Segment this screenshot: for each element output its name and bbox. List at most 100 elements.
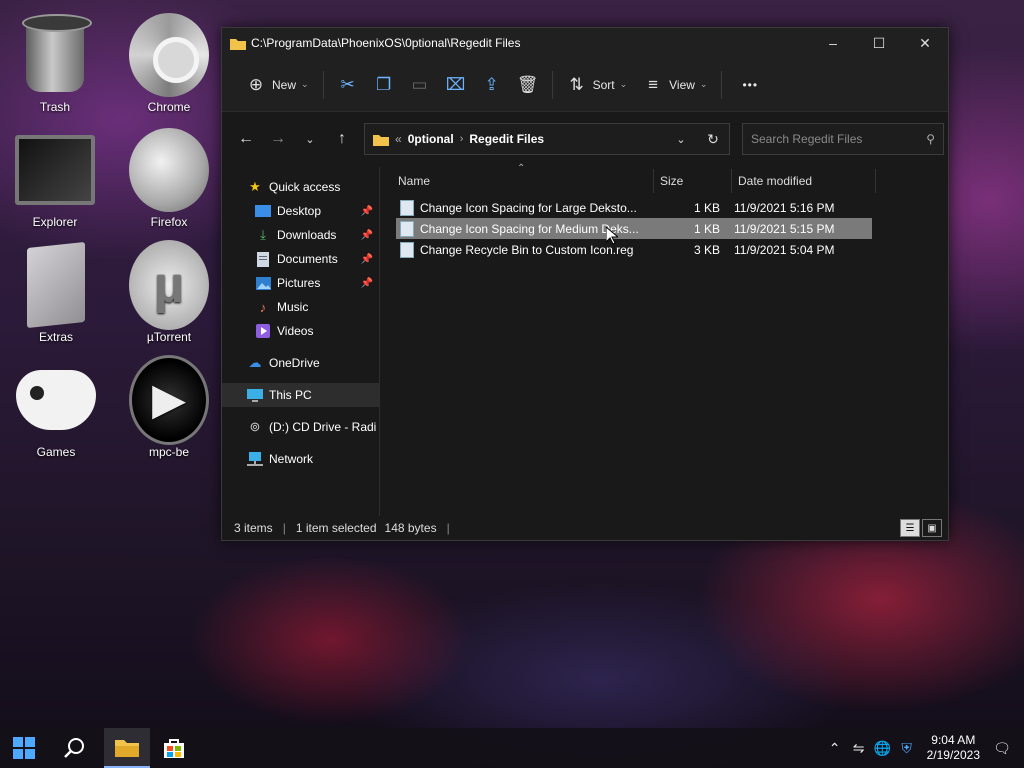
chevron-down-icon: ⌄ — [301, 79, 309, 89]
clock[interactable]: 9:04 AM 2/19/2023 — [927, 733, 980, 763]
reg-file-icon — [400, 241, 414, 258]
share-icon: ⇪ — [484, 74, 499, 94]
search-button[interactable] — [54, 728, 94, 768]
view-toggle: ☰ ▣ — [900, 519, 942, 537]
nav-quick-access[interactable]: ★ Quick access — [222, 175, 379, 199]
paste-icon: ▭ — [411, 74, 428, 94]
notification-icon[interactable]: 🗨 — [990, 740, 1014, 757]
cut-button[interactable]: ✂ — [330, 67, 366, 103]
nav-item-label: This PC — [269, 388, 312, 402]
nav-downloads[interactable]: ⤓ Downloads 📌 — [222, 223, 379, 247]
file-size: 3 KB — [693, 242, 720, 257]
sort-button[interactable]: ⇅ Sort ⌄ — [559, 67, 636, 103]
view-button[interactable]: ≡ View ⌄ — [635, 67, 715, 103]
address-bar[interactable]: « 0ptional › Regedit Files ⌄ ↻ — [364, 123, 730, 155]
large-icons-view-icon[interactable]: ▣ — [922, 519, 942, 537]
nav-onedrive[interactable]: ☁ OneDrive — [222, 351, 379, 375]
paste-button[interactable]: ▭ — [402, 67, 438, 103]
title-bar[interactable]: C:\ProgramData\PhoenixOS\0ptional\Regedi… — [222, 28, 948, 58]
column-header-size[interactable]: Size — [654, 169, 732, 193]
address-dropdown-button[interactable]: ⌄ — [665, 124, 697, 154]
cd-drive-icon: ⊚ — [249, 419, 261, 434]
share-button[interactable]: ⇪ — [474, 67, 510, 103]
close-button[interactable]: ✕ — [902, 28, 948, 58]
nav-item-label: Documents — [277, 252, 338, 266]
desktop-icon-label: Explorer — [32, 215, 78, 229]
folder-icon — [373, 134, 389, 146]
taskbar-file-explorer[interactable] — [104, 728, 150, 768]
nav-pictures[interactable]: Pictures 📌 — [222, 271, 379, 295]
forward-button[interactable]: → — [262, 124, 294, 154]
column-header-name[interactable]: Name — [380, 169, 654, 193]
copy-button[interactable]: ❐ — [366, 67, 402, 103]
minimize-button[interactable]: – — [810, 28, 856, 58]
delete-button[interactable]: 🗑 — [510, 67, 546, 103]
start-button[interactable] — [4, 728, 44, 768]
desktop-icon-chrome[interactable]: Chrome — [119, 12, 219, 114]
chevron-right-icon: › — [459, 133, 464, 145]
document-icon — [254, 251, 272, 267]
sort-label: Sort — [592, 77, 615, 92]
chevron-up-icon[interactable]: ⌃ — [823, 740, 847, 757]
nav-item-label: Downloads — [277, 228, 337, 242]
table-row[interactable]: Change Icon Spacing for Large Deksto... … — [396, 197, 872, 218]
rename-button[interactable]: ⌧ — [438, 67, 474, 103]
new-button[interactable]: ⊕ New ⌄ — [238, 67, 317, 103]
desktop-icon-label: µTorrent — [146, 330, 192, 344]
toolbar-separator — [721, 70, 723, 99]
desktop-icon-trash[interactable]: Trash — [5, 12, 105, 114]
rename-icon: ⌧ — [445, 74, 466, 94]
pc-icon — [246, 387, 264, 403]
desktop-icon-extras[interactable]: Extras — [6, 241, 106, 344]
table-row[interactable]: Change Recycle Bin to Custom Icon.reg 3 … — [396, 239, 872, 260]
desktop-icon-mpc-be[interactable]: ▶ mpc-be — [119, 355, 219, 459]
breadcrumb-optional[interactable]: 0ptional — [408, 132, 454, 146]
file-explorer-window: C:\ProgramData\PhoenixOS\0ptional\Regedi… — [221, 27, 949, 541]
nav-this-pc[interactable]: This PC — [222, 383, 379, 407]
nav-item-label: (D:) CD Drive - Radi — [269, 420, 377, 434]
nav-item-label: Network — [269, 452, 314, 466]
globe-icon[interactable]: 🌐 — [871, 740, 895, 757]
nav-documents[interactable]: Documents 📌 — [222, 247, 379, 271]
taskbar: ⌃ ⇋ 🌐 ⛨ 9:04 AM 2/19/2023 🗨 — [0, 728, 1024, 768]
maximize-button[interactable]: ☐ — [856, 28, 902, 58]
pin-icon: 📌 — [360, 229, 373, 241]
nav-cd-drive[interactable]: ⊚ (D:) CD Drive - Radi — [222, 415, 379, 439]
desktop-icon-firefox[interactable]: Firefox — [119, 127, 219, 229]
desktop-icon-games[interactable]: Games — [6, 357, 106, 459]
picture-icon — [254, 275, 272, 291]
desktop-icon-label: mpc-be — [148, 445, 189, 459]
search-icon — [64, 738, 84, 758]
search-placeholder: Search Regedit Files — [751, 132, 863, 146]
star-icon: ★ — [249, 179, 261, 194]
nav-videos[interactable]: Videos — [222, 319, 379, 343]
search-box[interactable]: Search Regedit Files ⚲ — [742, 123, 944, 155]
video-icon — [254, 323, 272, 339]
back-button[interactable]: ← — [230, 124, 262, 154]
gamepad-icon — [16, 370, 96, 430]
window-title: C:\ProgramData\PhoenixOS\0ptional\Regedi… — [251, 36, 521, 50]
nav-music[interactable]: ♪ Music — [222, 295, 379, 319]
taskbar-store[interactable] — [154, 728, 194, 768]
nav-desktop[interactable]: Desktop 📌 — [222, 199, 379, 223]
new-label: New — [272, 77, 297, 92]
column-header-date[interactable]: Date modified — [732, 169, 876, 193]
scissors-icon: ✂ — [340, 74, 355, 94]
nav-network[interactable]: Network — [222, 447, 379, 471]
desktop-icon-label: Firefox — [150, 215, 188, 229]
up-button[interactable]: ↑ — [326, 124, 358, 154]
desktop-icon — [254, 203, 272, 219]
desktop-icon-explorer[interactable]: Explorer — [5, 127, 105, 229]
nav-item-label: Pictures — [277, 276, 321, 290]
refresh-button[interactable]: ↻ — [697, 124, 729, 154]
toolbar-separator — [551, 70, 553, 99]
more-options-button[interactable]: ••• — [728, 67, 766, 103]
recent-locations-button[interactable]: ⌄ — [294, 124, 326, 154]
desktop-icon-utorrent[interactable]: µ µTorrent — [119, 240, 219, 344]
network-status-icon[interactable]: ⇋ — [847, 740, 871, 757]
details-view-icon[interactable]: ☰ — [900, 519, 920, 537]
shield-icon[interactable]: ⛨ — [895, 740, 919, 757]
breadcrumb-regedit-files[interactable]: Regedit Files — [469, 132, 544, 146]
table-row-selected[interactable]: Change Icon Spacing for Medium Deks... 1… — [396, 218, 872, 239]
breadcrumb-overflow[interactable]: « — [395, 132, 402, 146]
